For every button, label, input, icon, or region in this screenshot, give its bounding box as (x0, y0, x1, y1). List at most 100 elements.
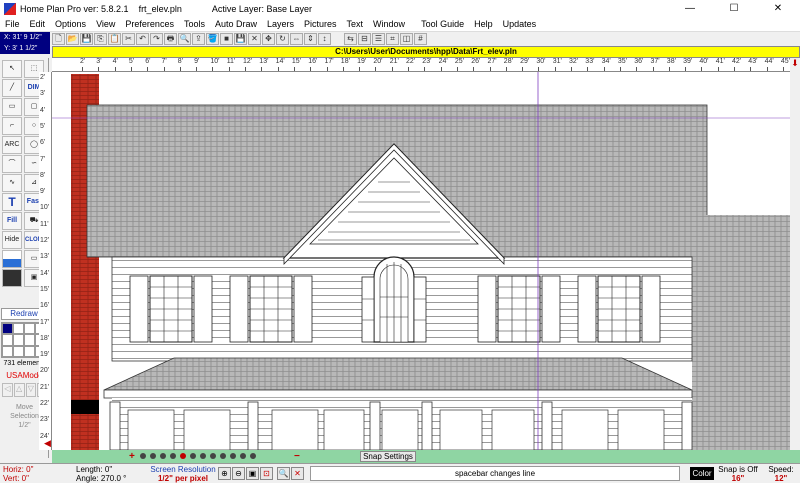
fill-icon[interactable]: 🪣 (206, 33, 219, 45)
flip-icon[interactable]: ⇆ (344, 33, 357, 45)
scroll-position-dot[interactable] (210, 453, 216, 459)
scale-h-icon[interactable]: ⇕ (304, 33, 317, 45)
fill-tool[interactable]: Fill (2, 212, 22, 230)
menu-window[interactable]: Window (368, 19, 410, 29)
corner-tool-icon[interactable]: ⌐ (2, 117, 22, 135)
paste-icon[interactable]: 📋 (108, 33, 121, 45)
hide-tool[interactable]: Hide (2, 231, 22, 249)
water-fill-icon[interactable] (2, 250, 22, 268)
scroll-position-dot[interactable] (240, 453, 246, 459)
zoom-reset-icon[interactable]: ✕ (291, 467, 304, 480)
menu-edit[interactable]: Edit (25, 19, 51, 29)
scroll-position-dot[interactable] (150, 453, 156, 459)
scroll-position-dot[interactable] (140, 453, 146, 459)
snap-settings-button[interactable]: Snap Settings (360, 451, 416, 462)
move-down-icon[interactable]: ▽ (25, 383, 37, 397)
zoom-plus-icon[interactable]: + (129, 450, 135, 463)
ruler-label: 4' (40, 106, 46, 114)
menu-auto-draw[interactable]: Auto Draw (210, 19, 262, 29)
menu-tool-guide[interactable]: Tool Guide (416, 19, 469, 29)
layer-icon[interactable]: ◫ (400, 33, 413, 45)
export-icon[interactable]: ⇪ (192, 33, 205, 45)
scale-v-icon[interactable]: ↕ (318, 33, 331, 45)
grid-cell[interactable] (2, 345, 13, 357)
wave-tool-icon[interactable]: ∿ (2, 174, 22, 192)
menu-text[interactable]: Text (342, 19, 369, 29)
redo-icon[interactable]: ↷ (150, 33, 163, 45)
wall-tool-icon[interactable]: ▭ (2, 98, 22, 116)
grid-cell[interactable] (13, 345, 24, 357)
save-red-icon[interactable]: 💾 (234, 33, 247, 45)
grid-cell[interactable] (13, 334, 24, 346)
zoom-window-icon[interactable]: ▣ (246, 467, 259, 480)
scroll-position-dot[interactable] (220, 453, 226, 459)
move-up-icon[interactable]: △ (13, 383, 25, 397)
open-icon[interactable]: 📂 (66, 33, 79, 45)
menu-layers[interactable]: Layers (262, 19, 299, 29)
scroll-position-dot[interactable] (200, 453, 206, 459)
delete-icon[interactable]: ✕ (248, 33, 261, 45)
vertical-scrollbar[interactable] (790, 58, 800, 450)
menu-options[interactable]: Options (50, 19, 91, 29)
snap-status[interactable]: Snap is Off 16" (717, 465, 759, 483)
scroll-position-dot[interactable] (160, 453, 166, 459)
undo-icon[interactable]: ↶ (136, 33, 149, 45)
zoom-minus-icon[interactable]: − (294, 450, 300, 463)
line-tool-icon[interactable]: ╱ (2, 79, 22, 97)
print-icon[interactable]: 🖶 (164, 33, 177, 45)
stop-icon[interactable]: ■ (220, 33, 233, 45)
zoom-fit-icon[interactable]: ⊡ (260, 467, 273, 480)
minimize-button[interactable]: — (668, 0, 712, 17)
speed-value: 12" (774, 474, 788, 483)
scroll-position-dot[interactable] (250, 453, 256, 459)
cut-icon[interactable]: ✂ (122, 33, 135, 45)
menu-help[interactable]: Help (469, 19, 498, 29)
scroll-left-arrow-icon[interactable]: ◀ (44, 438, 52, 448)
preview-icon[interactable]: 🔍 (178, 33, 191, 45)
text-tool-icon[interactable]: T (2, 193, 22, 211)
scroll-position-dot[interactable] (180, 453, 186, 459)
menu-preferences[interactable]: Preferences (120, 19, 179, 29)
grid-cell[interactable] (24, 334, 35, 346)
ruler-label: 39' (683, 58, 693, 65)
scroll-position-dot[interactable] (170, 453, 176, 459)
mirror-icon[interactable]: ⊟ (358, 33, 371, 45)
copy-icon[interactable]: ⎘ (94, 33, 107, 45)
door-tool-icon[interactable]: ⌒ (2, 155, 22, 173)
new-icon[interactable]: 🗋 (52, 33, 65, 45)
grid-cell[interactable] (13, 323, 24, 335)
move-icon[interactable]: ✥ (262, 33, 275, 45)
solid-fill-icon[interactable] (2, 269, 22, 287)
save-icon[interactable]: 💾 (80, 33, 93, 45)
menu-view[interactable]: View (91, 19, 120, 29)
snap-icon[interactable]: ⌗ (386, 33, 399, 45)
grid-cell[interactable] (24, 345, 35, 357)
grid-cell[interactable] (2, 334, 13, 346)
menu-tools[interactable]: Tools (179, 19, 210, 29)
grid-icon[interactable]: # (414, 33, 427, 45)
rotate-icon[interactable]: ↻ (276, 33, 289, 45)
close-button[interactable]: ✕ (756, 0, 800, 17)
scroll-position-dot[interactable] (230, 453, 236, 459)
ruler-label: 3' (40, 90, 46, 98)
color-button[interactable]: Color (690, 467, 714, 480)
scroll-position-dot[interactable] (190, 453, 196, 459)
horizontal-scroll-strip[interactable]: + − (52, 450, 800, 463)
pointer-tool-icon[interactable]: ↖ (2, 60, 22, 78)
align-icon[interactable]: ☰ (372, 33, 385, 45)
grid-cell[interactable] (24, 323, 35, 335)
menu-pictures[interactable]: Pictures (299, 19, 342, 29)
scroll-down-arrow-icon[interactable]: ⬇ (790, 58, 800, 70)
speed-status[interactable]: Speed: 12" (762, 465, 800, 483)
zoom-out-icon[interactable]: ⊖ (232, 467, 245, 480)
zoom-in-icon[interactable]: ⊕ (218, 467, 231, 480)
grid-cell[interactable] (2, 323, 13, 335)
move-left-icon[interactable]: ◁ (2, 383, 13, 397)
drawing-canvas[interactable] (52, 72, 790, 450)
stretch-icon[interactable]: ⇔ (290, 33, 303, 45)
arc-tool[interactable]: ARC (2, 136, 22, 154)
menu-file[interactable]: File (0, 19, 25, 29)
maximize-button[interactable]: ☐ (712, 0, 756, 17)
zoom-magnify-icon[interactable]: 🔍 (277, 467, 290, 480)
menu-updates[interactable]: Updates (498, 19, 542, 29)
